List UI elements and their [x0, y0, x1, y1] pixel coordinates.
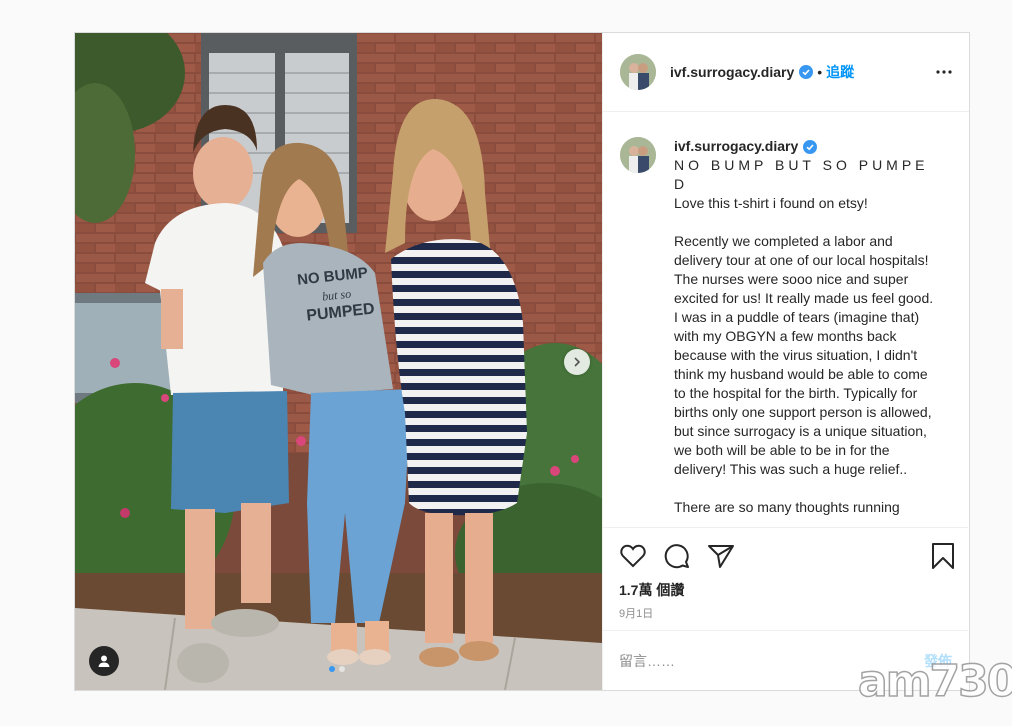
comment-icon[interactable]: [663, 542, 691, 570]
caption-headline: NO BUMP BUT SO PUMPE D: [674, 157, 929, 192]
post-date[interactable]: 9月1日: [619, 605, 653, 621]
post-header: ivf.surrogacy.diary • 追蹤: [603, 33, 969, 112]
avatar[interactable]: [620, 54, 656, 90]
caption-area: ivf.surrogacy.diary NO BUMP BUT SO PUMPE…: [603, 113, 968, 527]
caption-body: ivf.surrogacy.diary NO BUMP BUT SO PUMPE…: [674, 137, 940, 527]
post-photo[interactable]: NO BUMP but so PUMPED: [75, 33, 602, 690]
next-photo-button[interactable]: [564, 349, 590, 375]
heart-icon[interactable]: [619, 542, 647, 570]
separator-dot: •: [817, 64, 823, 80]
caption-username[interactable]: ivf.surrogacy.diary: [674, 137, 798, 156]
watermark-logo: am730: [857, 655, 1012, 708]
action-area: 1.7萬 個讚 9月1日: [603, 527, 968, 630]
caption-username-row: ivf.surrogacy.diary: [674, 137, 940, 156]
username-link[interactable]: ivf.surrogacy.diary: [670, 64, 794, 80]
carousel-dot: [339, 666, 345, 672]
instagram-post: NO BUMP but so PUMPED ivf.surrogacy.diar…: [74, 32, 970, 691]
more-icon[interactable]: [935, 63, 953, 81]
user-tag-icon: [98, 655, 110, 667]
avatar[interactable]: [620, 137, 656, 173]
follow-button[interactable]: 追蹤: [826, 62, 854, 82]
avatar-image: [620, 137, 656, 173]
avatar-image: [620, 54, 656, 90]
caption-text: Love this t-shirt i found on etsy! Recen…: [674, 195, 934, 515]
post-side-panel: ivf.surrogacy.diary • 追蹤 ivf.surrogacy.d…: [602, 33, 969, 690]
chevron-right-icon: [574, 357, 581, 367]
verified-badge-icon: [799, 65, 814, 79]
bookmark-icon[interactable]: [930, 542, 956, 570]
share-icon[interactable]: [707, 542, 735, 570]
like-count[interactable]: 1.7萬 個讚: [619, 580, 684, 600]
photo-scene: NO BUMP but so PUMPED: [75, 33, 602, 690]
carousel-dot-active: [329, 666, 335, 672]
action-bar: [619, 542, 956, 570]
carousel-indicator: [329, 666, 345, 672]
tagged-users-button[interactable]: [89, 646, 119, 676]
verified-badge-icon: [803, 139, 818, 154]
